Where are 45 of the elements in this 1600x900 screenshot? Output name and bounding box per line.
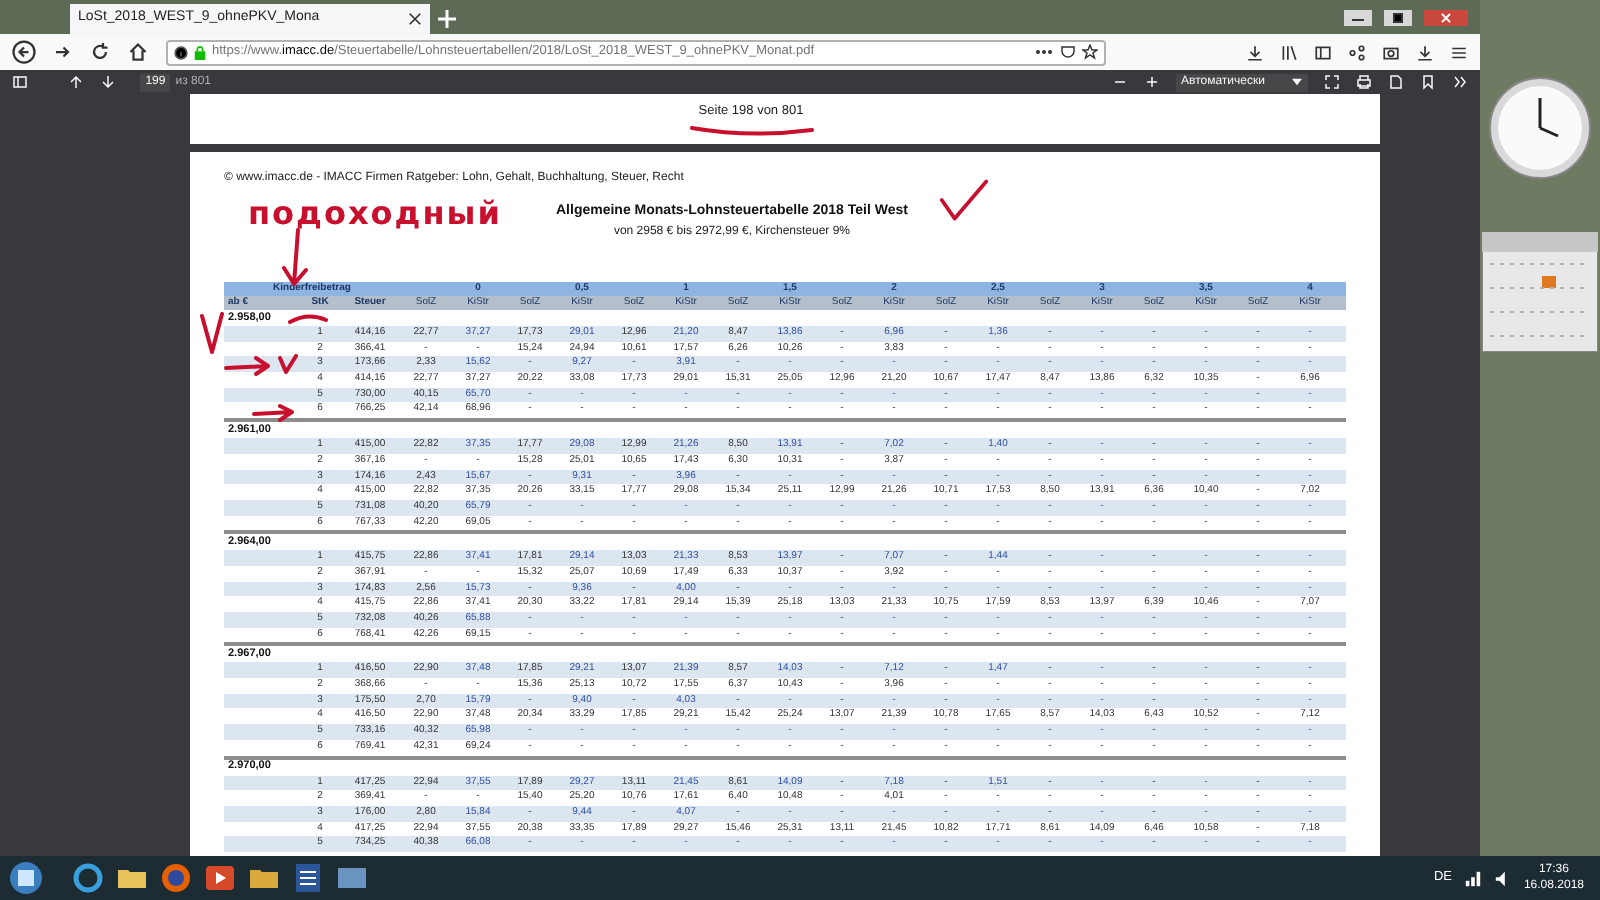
download-icon[interactable]	[1246, 43, 1264, 61]
zoom-in-icon[interactable]	[1143, 74, 1160, 90]
more-icon[interactable]	[1034, 48, 1054, 56]
download-icon[interactable]	[1416, 43, 1434, 61]
minimize-icon[interactable]	[1344, 10, 1372, 26]
handwritten-underline	[288, 312, 328, 324]
sidebar-toggle-icon[interactable]	[12, 74, 28, 90]
tools-icon[interactable]	[1452, 74, 1468, 90]
window-app-icon[interactable]	[336, 862, 368, 894]
fullscreen-icon[interactable]	[1324, 74, 1340, 90]
handwritten-checkmark	[278, 354, 298, 374]
caret-icon	[1292, 78, 1302, 86]
handwritten-underline	[690, 126, 814, 138]
lock-icon	[194, 45, 206, 59]
star-icon[interactable]	[1082, 44, 1098, 60]
handwritten-arrow	[224, 356, 272, 376]
maximize-icon[interactable]	[1384, 10, 1412, 26]
start-button-icon[interactable]	[8, 860, 44, 896]
handwritten-arrow	[252, 404, 296, 422]
close-icon[interactable]	[408, 12, 422, 26]
close-window-icon[interactable]	[1424, 10, 1468, 26]
info-icon	[174, 45, 188, 59]
bookmark-icon[interactable]	[1420, 74, 1436, 90]
clock-widget-drawing	[1488, 76, 1592, 180]
media-app-icon[interactable]	[204, 862, 236, 894]
save-icon[interactable]	[1388, 74, 1404, 90]
print-icon[interactable]	[1356, 74, 1372, 90]
back-icon[interactable]	[12, 40, 36, 64]
handwritten-checkmark	[938, 176, 990, 224]
reload-icon[interactable]	[88, 40, 112, 64]
share-icon[interactable]	[1348, 43, 1366, 61]
new-tab-icon[interactable]	[438, 10, 456, 28]
menu-icon[interactable]	[1450, 43, 1468, 61]
network-icon[interactable]	[1463, 869, 1482, 887]
handwritten-checkmark	[200, 312, 224, 356]
calendar-widget-drawing	[1482, 232, 1598, 352]
next-page-icon[interactable]	[100, 74, 116, 90]
sidebar-icon[interactable]	[1314, 43, 1332, 61]
screenshot-icon[interactable]	[1382, 43, 1400, 61]
library-icon[interactable]	[1280, 43, 1298, 61]
browser-app-icon[interactable]	[72, 862, 104, 894]
home-icon[interactable]	[126, 40, 150, 64]
document-app-icon[interactable]	[292, 862, 324, 894]
previous-page-icon[interactable]	[68, 74, 84, 90]
handwritten-note: подоходный	[248, 192, 502, 236]
